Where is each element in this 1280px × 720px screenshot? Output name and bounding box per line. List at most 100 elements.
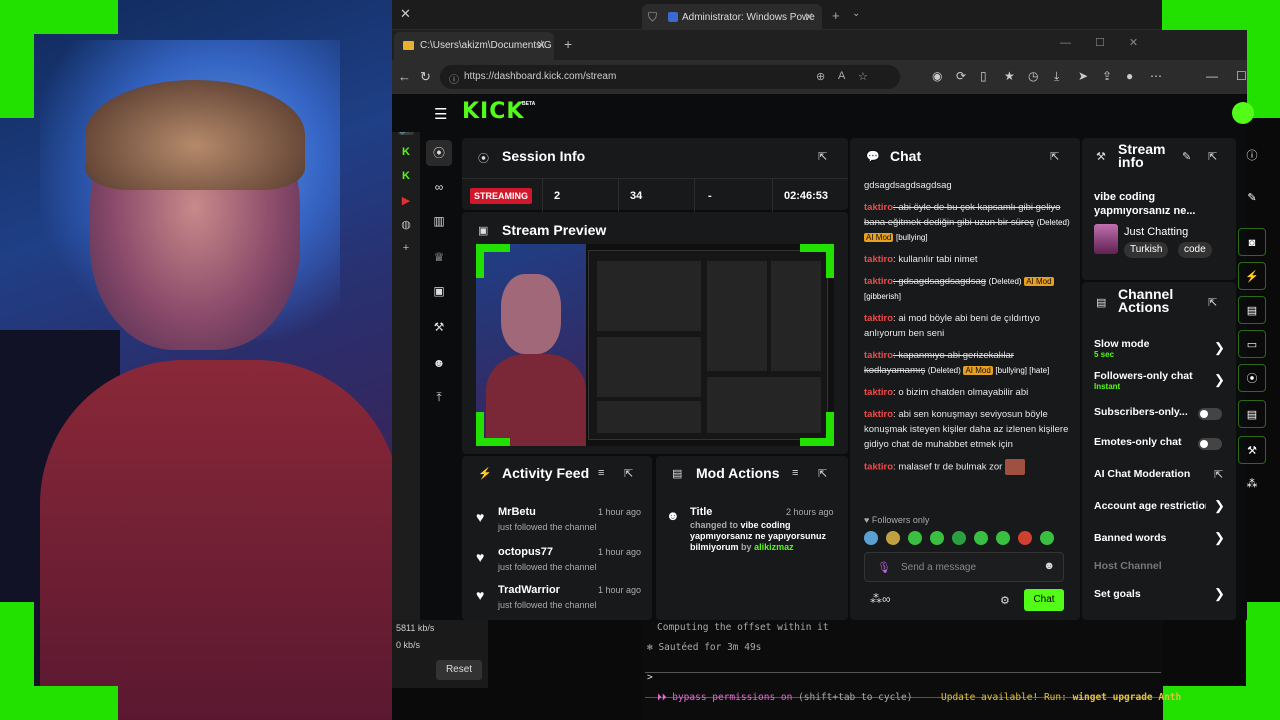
- extension-icon[interactable]: ◉: [932, 69, 942, 83]
- emotes-only-toggle[interactable]: [1198, 438, 1222, 450]
- emote-icon[interactable]: [886, 531, 900, 545]
- refresh-icon[interactable]: ↻: [420, 69, 431, 85]
- account-age-setting[interactable]: Account age restriction: [1094, 500, 1206, 512]
- banned-words-setting[interactable]: Banned words: [1094, 532, 1224, 544]
- filter-icon[interactable]: ≡: [598, 467, 604, 479]
- chat-username[interactable]: taktiro: [864, 409, 893, 420]
- popout-icon[interactable]: ⇱: [1208, 150, 1217, 163]
- star-icon[interactable]: ☆: [858, 70, 868, 83]
- chevron-right-icon[interactable]: ❯: [1214, 586, 1225, 602]
- emote-icon[interactable]: [1018, 531, 1032, 545]
- back-icon[interactable]: ←: [398, 69, 411, 84]
- chevron-right-icon[interactable]: ❯: [1214, 340, 1225, 356]
- subscribers-only-toggle[interactable]: [1198, 408, 1222, 420]
- history-icon[interactable]: ◷: [1028, 69, 1038, 83]
- chevron-right-icon[interactable]: ❯: [1214, 530, 1225, 546]
- share-icon[interactable]: ⇪: [1102, 69, 1112, 83]
- add-icon[interactable]: +: [398, 242, 414, 254]
- maximize-icon[interactable]: ☐: [1236, 69, 1247, 83]
- follower-name[interactable]: octopus77: [498, 546, 553, 558]
- url-field[interactable]: ⓘ https://dashboard.kick.com/stream ⊕ A …: [440, 65, 900, 89]
- browser-tab[interactable]: C:\Users\akizm\Documents\G ✕: [394, 32, 554, 60]
- filter-icon[interactable]: ≡: [792, 467, 798, 479]
- chat-username[interactable]: taktiro: [864, 350, 893, 361]
- popout-icon[interactable]: ⇱: [818, 467, 827, 480]
- info-icon[interactable]: ⓘ: [1238, 142, 1266, 170]
- chat-username[interactable]: taktiro: [864, 387, 893, 398]
- wrench-icon[interactable]: ⚒: [1238, 436, 1266, 464]
- link-icon[interactable]: ∞: [430, 178, 448, 196]
- powershell-tab[interactable]: ⛉ Administrator: Windows Powe ✕: [642, 4, 822, 30]
- chevron-down-icon[interactable]: ⌄: [852, 8, 860, 19]
- moderator-name[interactable]: alikizmaz: [754, 542, 794, 552]
- lightning-icon[interactable]: ⚡: [1238, 262, 1266, 290]
- minimize-icon[interactable]: —: [1206, 69, 1218, 83]
- screenshot-icon[interactable]: ◙: [1238, 228, 1266, 256]
- kick-app-icon[interactable]: K: [398, 170, 414, 182]
- host-channel-setting[interactable]: Host Channel: [1094, 560, 1224, 572]
- chat-username[interactable]: taktiro: [864, 276, 893, 287]
- emote-icon[interactable]: [952, 531, 966, 545]
- close-icon[interactable]: ✕: [400, 6, 411, 22]
- chat-icon[interactable]: ▭: [1238, 330, 1266, 358]
- popout-icon[interactable]: ⇱: [818, 150, 827, 163]
- stream-preview-video[interactable]: [476, 244, 834, 446]
- gear-icon[interactable]: ⚙: [1000, 594, 1010, 607]
- set-goals-setting[interactable]: Set goals: [1094, 588, 1224, 600]
- emoji-icon[interactable]: ☻: [1043, 560, 1055, 572]
- more-icon[interactable]: ⋯: [1150, 69, 1162, 83]
- share-icon[interactable]: ⁂: [1238, 470, 1266, 498]
- globe-icon[interactable]: ◍: [398, 218, 414, 231]
- read-aloud-icon[interactable]: A: [838, 70, 845, 82]
- popout-icon[interactable]: ⇱: [1208, 296, 1217, 309]
- chat-username[interactable]: taktiro: [864, 202, 893, 213]
- upload-icon[interactable]: ⤒: [430, 388, 448, 406]
- users-icon[interactable]: ☻: [430, 354, 448, 372]
- broadcast-icon[interactable]: ⦿: [1238, 364, 1266, 392]
- broadcast-icon[interactable]: ⦿: [426, 140, 452, 166]
- chevron-right-icon[interactable]: ❯: [1214, 498, 1225, 514]
- close-icon[interactable]: ✕: [536, 38, 546, 52]
- menu-icon[interactable]: ☰: [434, 105, 447, 123]
- chat-username[interactable]: taktiro: [864, 313, 893, 324]
- followers-only-setting[interactable]: Followers-only chat Instant: [1094, 370, 1224, 391]
- edit-icon[interactable]: ✎: [1238, 184, 1266, 212]
- trophy-icon[interactable]: ♕: [430, 248, 448, 266]
- channel-icon[interactable]: ▤: [1238, 400, 1266, 428]
- document-icon[interactable]: ▤: [1238, 296, 1266, 324]
- popout-icon[interactable]: ⇱: [624, 467, 633, 480]
- wrench-icon[interactable]: ⚒: [430, 318, 448, 336]
- chevron-right-icon[interactable]: ❯: [1214, 372, 1225, 388]
- favorites-icon[interactable]: ★: [1004, 69, 1015, 83]
- analytics-icon[interactable]: ▥: [430, 212, 448, 230]
- reset-button[interactable]: Reset: [436, 660, 482, 680]
- zoom-icon[interactable]: ⊕: [816, 70, 825, 83]
- external-link-icon[interactable]: ⇱: [1214, 468, 1223, 481]
- new-tab-icon[interactable]: +: [564, 36, 572, 52]
- popout-icon[interactable]: ⇱: [1050, 150, 1059, 163]
- emote-icon[interactable]: [908, 531, 922, 545]
- split-screen-icon[interactable]: ▯: [980, 69, 987, 83]
- new-tab-icon[interactable]: +: [832, 8, 840, 23]
- download-icon[interactable]: ⤓: [1054, 69, 1059, 84]
- infinity-icon[interactable]: ⁂∞: [870, 592, 891, 606]
- emote-icon[interactable]: [930, 531, 944, 545]
- extensions-icon[interactable]: ⟳: [956, 69, 966, 83]
- ai-moderation-setting[interactable]: AI Chat Moderation: [1094, 468, 1224, 480]
- kick-app-icon[interactable]: K: [398, 146, 414, 158]
- send-chat-button[interactable]: Chat: [1024, 589, 1064, 611]
- subscribers-only-setting[interactable]: Subscribers-only...: [1094, 406, 1194, 418]
- emote-icon[interactable]: [1040, 531, 1054, 545]
- chat-input[interactable]: 🎙 Send a message ☻: [864, 552, 1064, 582]
- video-icon[interactable]: ▣: [430, 282, 448, 300]
- follower-name[interactable]: TradWarrior: [498, 584, 560, 596]
- send-icon[interactable]: ➤: [1078, 69, 1088, 83]
- profile-avatar-icon[interactable]: ●: [1126, 69, 1133, 83]
- edit-icon[interactable]: ✎: [1182, 150, 1191, 163]
- youtube-icon[interactable]: ▶: [398, 194, 414, 207]
- slow-mode-setting[interactable]: Slow mode 5 sec: [1094, 338, 1224, 359]
- kick-logo[interactable]: KICK: [462, 99, 524, 124]
- emote-icon[interactable]: [996, 531, 1010, 545]
- chat-username[interactable]: taktiro: [864, 462, 893, 473]
- window-controls[interactable]: —☐✕: [1060, 36, 1162, 49]
